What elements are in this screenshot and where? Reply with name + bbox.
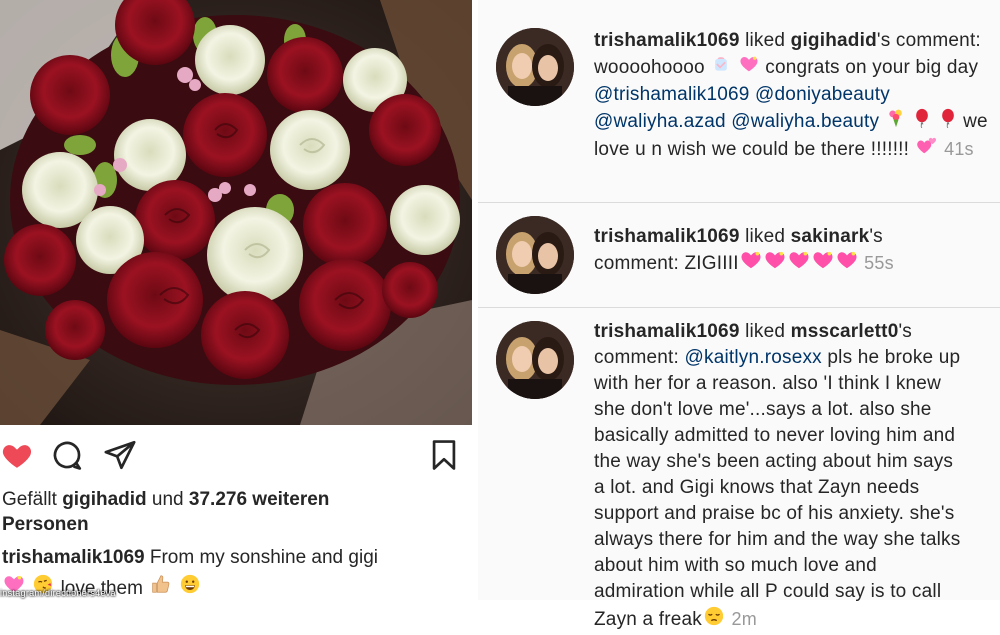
balloon-emoji — [939, 108, 957, 136]
mention-link[interactable]: @waliyha.azad — [594, 111, 726, 132]
likes-prefix: Gefällt — [2, 489, 57, 510]
bookmark-icon[interactable] — [427, 438, 463, 474]
sparkling-heart-emoji — [788, 250, 810, 278]
sparkling-heart-emoji — [812, 250, 834, 278]
two-hearts-emoji — [916, 136, 938, 164]
liked-verb: liked — [745, 30, 786, 51]
likes-mid: und — [151, 489, 184, 510]
timestamp: 2m — [731, 609, 757, 630]
caption-text: From my sonshine and gigi — [149, 547, 378, 568]
comment-line: with her for a reason. also 'I think I k… — [594, 373, 942, 394]
timestamp: 55s — [864, 253, 894, 274]
notification-text: trishamalik1069 liked gigihadid's commen… — [594, 28, 994, 164]
liked-verb: liked — [745, 321, 786, 342]
post-photo-roses[interactable] — [0, 0, 472, 425]
baby-bottle-emoji — [711, 54, 731, 82]
sleepy-face-emoji — [703, 605, 725, 635]
comment-icon[interactable] — [50, 438, 86, 474]
timestamp: 41s — [944, 139, 974, 160]
notification-username[interactable]: trishamalik1069 — [594, 321, 740, 342]
comment-line: the way she's been acting about him says — [594, 451, 954, 472]
likes-suffix[interactable]: Personen — [2, 514, 89, 535]
mention-link[interactable]: @doniyabeauty — [755, 84, 890, 105]
comment-line: support and praise bc of his anxiety. sh… — [594, 503, 955, 524]
heart-filled-icon[interactable] — [0, 438, 36, 474]
instagram-post: Gefällt gigihadid und 37.276 weiteren Pe… — [0, 0, 472, 600]
avatar[interactable] — [496, 216, 574, 294]
divider-line — [478, 202, 1000, 203]
comment-label: comment: — [594, 253, 680, 275]
post-action-bar — [0, 430, 472, 480]
comment-label: comment: — [594, 347, 680, 368]
comment-line: about him with so much love and — [594, 555, 877, 576]
possessive: 's — [898, 321, 912, 342]
bouquet-emoji — [886, 108, 906, 136]
target-username[interactable]: msscarlett0 — [791, 321, 899, 342]
avatar[interactable] — [496, 28, 574, 106]
share-icon[interactable] — [103, 438, 139, 474]
grinning-face-emoji — [179, 573, 201, 600]
comment-line: basically admitted to never loving him a… — [594, 425, 956, 446]
balloon-emoji — [913, 108, 931, 136]
likes-count[interactable]: 37.276 weiteren — [189, 489, 329, 510]
comment-text: ZIGIIII — [684, 253, 739, 275]
target-username[interactable]: sakinark — [791, 226, 870, 247]
possessive: 's — [869, 226, 883, 247]
sparkling-heart-emoji — [740, 250, 762, 278]
likes-summary: Gefällt gigihadid und 37.276 weiteren Pe… — [2, 487, 462, 537]
comment-text-2: congrats on your big day — [765, 57, 979, 79]
notification-username[interactable]: trishamalik1069 — [594, 30, 740, 51]
activity-feed: trishamalik1069 liked gigihadid's commen… — [478, 0, 1000, 630]
mention-link[interactable]: @waliyha.beauty — [731, 111, 879, 132]
liked-verb: liked — [745, 226, 786, 247]
sparkling-heart-emoji — [764, 250, 786, 278]
comment-line: a lot. and Gigi knows that Zayn needs — [594, 477, 920, 498]
source-watermark: instagram/directioners4eva — [0, 588, 116, 598]
notification-text: trishamalik1069 liked msscarlett0's comm… — [594, 319, 994, 635]
target-username[interactable]: gigihadid — [791, 30, 877, 51]
notification-text: trishamalik1069 liked sakinark's comment… — [594, 224, 994, 278]
comment-line: always there for him and the way she tal… — [594, 529, 961, 550]
caption-username[interactable]: trishamalik1069 — [2, 547, 145, 568]
mention-link[interactable]: @trishamalik1069 — [594, 84, 750, 105]
notification-username[interactable]: trishamalik1069 — [594, 226, 740, 247]
comment-line: admiration while all P could say is to c… — [594, 581, 942, 602]
comment-line: she don't love me'...says a lot. also sh… — [594, 399, 932, 420]
avatar[interactable] — [496, 321, 574, 399]
comment-text: woooohoooo — [594, 57, 705, 79]
possessive: 's — [876, 30, 891, 51]
rose-bouquet-image — [0, 0, 472, 425]
divider-line — [478, 307, 1000, 308]
thumbs-up-emoji — [149, 573, 171, 600]
sparkling-heart-emoji — [739, 55, 759, 81]
mention-link[interactable]: @kaitlyn.rosexx — [685, 347, 822, 368]
comment-text: pls he broke up — [827, 347, 961, 368]
comment-line: Zayn a freak — [594, 609, 703, 631]
comment-label: comment: — [895, 30, 981, 51]
liker-username[interactable]: gigihadid — [62, 489, 146, 510]
sparkling-heart-emoji — [836, 250, 858, 278]
